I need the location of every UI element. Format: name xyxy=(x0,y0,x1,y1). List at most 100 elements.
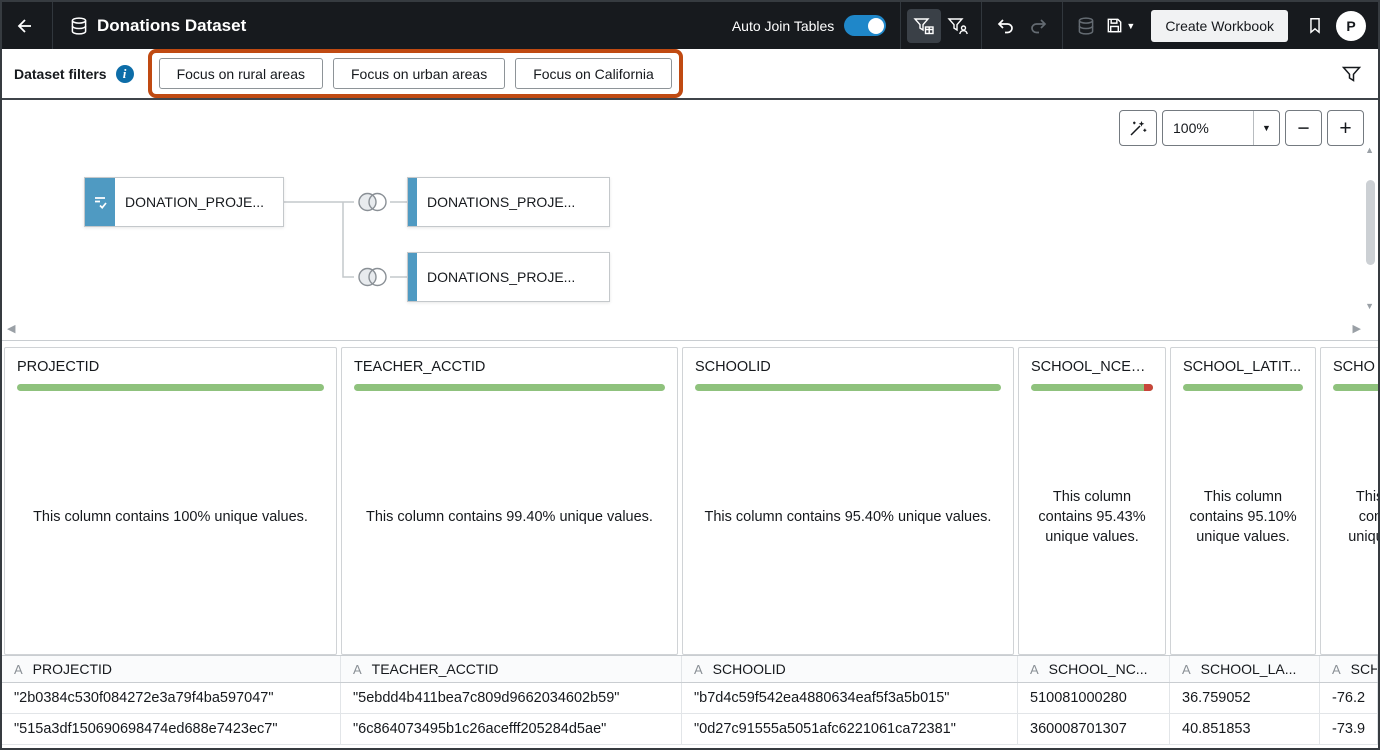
data-row: "2b0384c530f084272e3a79f4ba597047" "5ebd… xyxy=(2,683,1378,714)
column-header-label: SCHOOL_LA... xyxy=(1201,661,1297,677)
filter-button-urban[interactable]: Focus on urban areas xyxy=(333,58,505,89)
column-title: TEACHER_ACCTID xyxy=(354,359,665,375)
quality-text: This column contains 99.40% unique value… xyxy=(354,391,665,643)
column-header-label: SCHOOLID xyxy=(713,661,786,677)
quality-text: This column contains 95.10% unique value… xyxy=(1183,391,1303,643)
vertical-scrollbar-thumb[interactable] xyxy=(1366,180,1375,265)
quality-card-teacher-acctid[interactable]: TEACHER_ACCTID This column contains 99.4… xyxy=(341,347,678,655)
column-header-teacher-acctid[interactable]: A TEACHER_ACCTID xyxy=(341,656,682,682)
column-header-projectid[interactable]: A PROJECTID xyxy=(2,656,341,682)
join-diagram-canvas: 100% ▼ − + DONATION_PROJE... DONATIO xyxy=(2,100,1378,341)
column-title: SCHO xyxy=(1333,359,1378,375)
quality-card-schoolid[interactable]: SCHOOLID This column contains 95.40% uni… xyxy=(682,347,1014,655)
redo-button[interactable] xyxy=(1022,9,1056,43)
quality-bar xyxy=(354,384,665,391)
table-node-donations-1[interactable]: DONATIONS_PROJE... xyxy=(407,177,610,227)
auto-join-label: Auto Join Tables xyxy=(732,18,834,34)
data-button[interactable] xyxy=(1069,9,1103,43)
quality-text: This column contains 95.43% unique value… xyxy=(1031,391,1153,643)
toolbar-separator xyxy=(981,2,982,49)
user-avatar[interactable]: P xyxy=(1336,11,1366,41)
info-icon[interactable]: i xyxy=(116,65,134,83)
filter-user-icon xyxy=(947,16,969,36)
column-header-clipped[interactable]: A SCHO xyxy=(1320,656,1378,682)
data-cell: 40.851853 xyxy=(1170,714,1320,745)
data-preview-panel: PROJECTID This column contains 100% uniq… xyxy=(2,341,1378,748)
quality-cards-row: PROJECTID This column contains 100% uniq… xyxy=(2,341,1378,655)
dataset-filters-bar: Dataset filters i Focus on rural areas F… xyxy=(2,49,1378,100)
zoom-in-button[interactable]: + xyxy=(1327,110,1364,146)
zoom-controls: 100% ▼ − + xyxy=(1119,110,1364,146)
column-header-school-ncesid[interactable]: A SCHOOL_NC... xyxy=(1018,656,1170,682)
zoom-level-select[interactable]: 100% ▼ xyxy=(1162,110,1280,146)
quality-bar xyxy=(17,384,324,391)
column-header-row: A PROJECTID A TEACHER_ACCTID A SCHOOLID … xyxy=(2,655,1378,683)
redo-icon xyxy=(1029,16,1049,36)
text-type-icon: A xyxy=(694,662,703,677)
column-header-label: SCHO xyxy=(1351,661,1378,677)
data-cell: 36.759052 xyxy=(1170,683,1320,714)
text-type-icon: A xyxy=(1332,662,1341,677)
undo-icon xyxy=(995,16,1015,36)
scroll-down-icon[interactable]: ▼ xyxy=(1365,302,1374,311)
auto-join-toggle[interactable] xyxy=(844,15,886,36)
filter-button-california[interactable]: Focus on California xyxy=(515,58,672,89)
quality-bar xyxy=(695,384,1001,391)
join-icon-1[interactable] xyxy=(354,188,390,216)
data-cell: "2b0384c530f084272e3a79f4ba597047" xyxy=(2,683,341,714)
data-cell: 360008701307 xyxy=(1018,714,1170,745)
auto-join-group: Auto Join Tables xyxy=(732,15,886,36)
quality-bar xyxy=(1333,384,1378,391)
save-menu-chevron-icon[interactable]: ▼ xyxy=(1126,21,1135,31)
data-cell: "b7d4c59f542ea4880634eaf5f3a5b015" xyxy=(682,683,1018,714)
data-cell: "6c864073495b1c26acefff205284d5ae" xyxy=(341,714,682,745)
save-button[interactable]: ▼ xyxy=(1103,9,1137,43)
quality-text: This column contains 100% unique values. xyxy=(17,391,324,643)
workbook-filter-button[interactable] xyxy=(941,9,975,43)
toolbar-separator xyxy=(52,2,53,49)
scroll-up-icon[interactable]: ▲ xyxy=(1365,146,1374,155)
text-type-icon: A xyxy=(1182,662,1191,677)
filter-button-rural[interactable]: Focus on rural areas xyxy=(159,58,323,89)
table-node-donation-projects[interactable]: DONATION_PROJE... xyxy=(84,177,284,227)
data-cell: "5ebdd4b411bea7c809d9662034602b59" xyxy=(341,683,682,714)
column-header-school-latitude[interactable]: A SCHOOL_LA... xyxy=(1170,656,1320,682)
column-title: SCHOOL_NCESID xyxy=(1031,359,1153,375)
text-type-icon: A xyxy=(1030,662,1039,677)
quality-check-icon xyxy=(92,194,108,210)
column-header-label: SCHOOL_NC... xyxy=(1049,661,1148,677)
quality-card-school-ncesid[interactable]: SCHOOL_NCESID This column contains 95.43… xyxy=(1018,347,1166,655)
column-header-schoolid[interactable]: A SCHOOLID xyxy=(682,656,1018,682)
auto-layout-button[interactable] xyxy=(1119,110,1157,146)
zoom-out-button[interactable]: − xyxy=(1285,110,1322,146)
chevron-down-icon: ▼ xyxy=(1253,111,1279,145)
quality-card-clipped[interactable]: SCHO This column contains … unique value… xyxy=(1320,347,1378,655)
join-icon-2[interactable] xyxy=(354,263,390,291)
column-title: PROJECTID xyxy=(17,359,324,375)
plus-icon: + xyxy=(1339,118,1351,139)
table-node-accent xyxy=(85,178,115,226)
text-type-icon: A xyxy=(353,662,362,677)
quality-text: This column contains … unique values. xyxy=(1333,391,1378,643)
create-workbook-button[interactable]: Create Workbook xyxy=(1151,10,1288,42)
bookmark-button[interactable] xyxy=(1298,9,1332,43)
dataset-filters-label: Dataset filters xyxy=(14,66,107,82)
quality-card-school-latitude[interactable]: SCHOOL_LATIT... This column contains 95.… xyxy=(1170,347,1316,655)
back-button[interactable] xyxy=(2,3,46,48)
column-title: SCHOOLID xyxy=(695,359,1001,375)
zoom-level-value: 100% xyxy=(1173,120,1209,136)
data-cell: "0d27c91555a5051afc6221061ca72381" xyxy=(682,714,1018,745)
column-header-label: TEACHER_ACCTID xyxy=(372,661,499,677)
scroll-right-icon[interactable]: ▶ xyxy=(1353,324,1361,335)
dataset-filter-button[interactable] xyxy=(907,9,941,43)
filter-funnel-icon[interactable] xyxy=(1341,64,1362,84)
scroll-left-icon[interactable]: ◀ xyxy=(7,324,15,335)
quality-text: This column contains 95.40% unique value… xyxy=(695,391,1001,643)
dataset-icon xyxy=(69,16,89,36)
table-node-donations-2[interactable]: DONATIONS_PROJE... xyxy=(407,252,610,302)
table-node-accent xyxy=(408,253,417,301)
annotation-highlight: Focus on rural areas Focus on urban area… xyxy=(148,49,683,98)
quality-card-projectid[interactable]: PROJECTID This column contains 100% uniq… xyxy=(4,347,337,655)
column-header-label: PROJECTID xyxy=(33,661,112,677)
undo-button[interactable] xyxy=(988,9,1022,43)
